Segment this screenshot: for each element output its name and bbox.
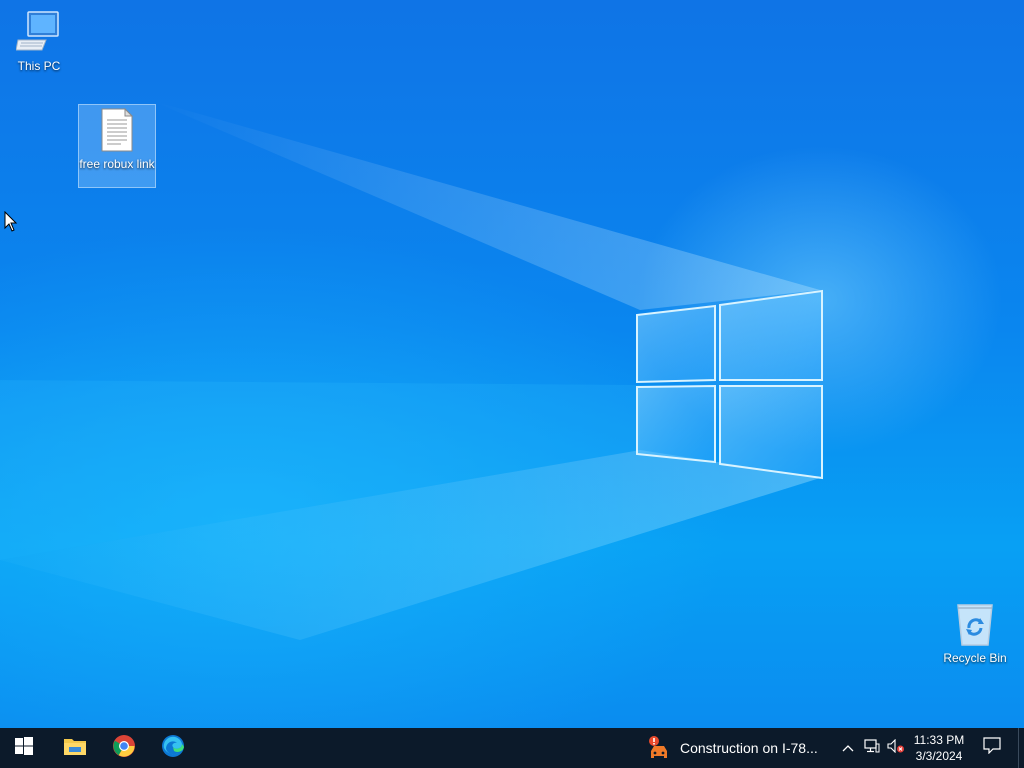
traffic-alert-icon xyxy=(646,735,672,761)
start-button[interactable] xyxy=(0,728,48,768)
network-button[interactable] xyxy=(860,728,884,768)
chevron-up-icon xyxy=(842,739,854,757)
news-headline: Construction on I-78... xyxy=(680,740,818,756)
desktop-icon-label: free robux link xyxy=(79,157,155,171)
desktop-icon-label: Recycle Bin xyxy=(943,651,1007,665)
desktop[interactable]: This PC free robux link Recycle Bin xyxy=(0,0,1024,728)
action-center-icon xyxy=(983,737,1001,759)
taskbar-file-explorer[interactable] xyxy=(51,728,99,768)
desktop-icon-label: This PC xyxy=(17,59,61,73)
taskbar-clock[interactable]: 11:33 PM 3/3/2024 xyxy=(906,728,972,768)
taskbar-edge[interactable] xyxy=(149,728,197,768)
action-center-button[interactable] xyxy=(976,728,1008,768)
clock-time: 11:33 PM xyxy=(913,733,965,747)
edge-icon xyxy=(161,734,185,763)
desktop-icon-recycle-bin[interactable]: Recycle Bin xyxy=(937,602,1013,665)
taskbar: Construction on I-78... 11:33 PM 3/3/202… xyxy=(0,728,1024,768)
chrome-icon xyxy=(112,734,136,763)
text-document-icon xyxy=(79,107,155,155)
recycle-bin-icon xyxy=(937,602,1013,649)
network-icon xyxy=(864,738,880,758)
desktop-icon-this-pc[interactable]: This PC xyxy=(1,8,77,73)
system-tray xyxy=(836,728,908,768)
taskbar-news-widget[interactable]: Construction on I-78... xyxy=(640,728,830,768)
clock-date: 3/3/2024 xyxy=(915,749,963,763)
windows-start-icon xyxy=(15,736,33,760)
computer-icon xyxy=(1,8,77,57)
file-explorer-icon xyxy=(63,736,87,761)
taskbar-chrome[interactable] xyxy=(100,728,148,768)
desktop-icon-text-file[interactable]: free robux link xyxy=(78,104,156,188)
show-hidden-icons-button[interactable] xyxy=(836,728,860,768)
volume-button[interactable] xyxy=(884,728,908,768)
windows-logo-wallpaper xyxy=(636,289,823,480)
mouse-pointer-icon xyxy=(4,211,18,232)
show-desktop-button[interactable] xyxy=(1018,728,1024,768)
volume-muted-icon xyxy=(887,738,905,758)
